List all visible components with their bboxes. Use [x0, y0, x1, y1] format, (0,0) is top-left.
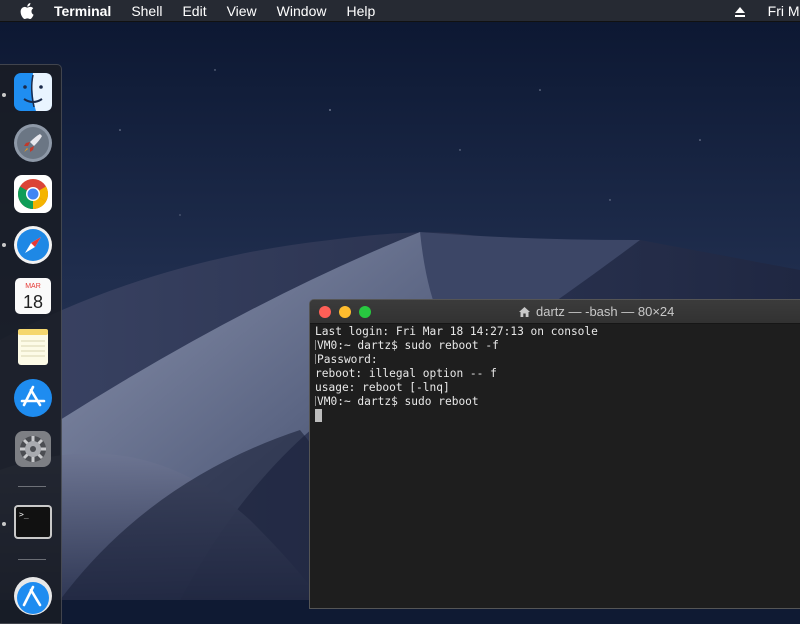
- dock-item-calendar[interactable]: MAR 18: [12, 275, 54, 317]
- gear-icon: [15, 431, 51, 467]
- text-cursor: [315, 409, 322, 422]
- zoom-button[interactable]: [359, 306, 371, 318]
- terminal-title-text: dartz — -bash — 80×24: [536, 304, 675, 319]
- running-indicator: [2, 243, 6, 247]
- dock-item-terminal[interactable]: >_: [12, 501, 54, 543]
- menu-bar: Terminal Shell Edit View Window Help Fri…: [0, 0, 800, 22]
- menu-shell[interactable]: Shell: [131, 3, 162, 19]
- notes-icon: [18, 329, 48, 365]
- terminal-output[interactable]: Last login: Fri Mar 18 14:27:13 on conso…: [310, 323, 800, 423]
- terminal-titlebar[interactable]: dartz — -bash — 80×24: [310, 300, 800, 324]
- app-store-icon: [14, 577, 52, 615]
- calendar-icon: MAR 18: [15, 278, 51, 314]
- dock-item-app-store[interactable]: [12, 377, 54, 419]
- terminal-prompt-glyph: >_: [19, 510, 29, 519]
- dock-item-safari[interactable]: [12, 224, 54, 266]
- dock-item-finder[interactable]: [12, 71, 54, 113]
- dock-separator: [18, 486, 46, 487]
- close-button[interactable]: [319, 306, 331, 318]
- running-indicator: [2, 522, 6, 526]
- dock: MAR 18 >_: [0, 64, 62, 624]
- terminal-cursor-line: [315, 409, 800, 423]
- app-store-icon: [14, 379, 52, 417]
- calendar-day: 18: [23, 292, 43, 312]
- dock-item-chrome[interactable]: [12, 173, 54, 215]
- apple-logo-icon[interactable]: [20, 2, 34, 19]
- terminal-icon: >_: [14, 505, 52, 539]
- finder-icon: [14, 73, 52, 111]
- terminal-line-text: Password:: [317, 353, 378, 366]
- dock-separator: [18, 559, 46, 560]
- calendar-month: MAR: [25, 283, 41, 290]
- terminal-window[interactable]: dartz — -bash — 80×24 Last login: Fri Ma…: [309, 299, 800, 609]
- terminal-line-text: VM0:~ dartz$ sudo reboot: [317, 395, 479, 408]
- eject-icon[interactable]: [734, 5, 746, 17]
- menu-app-terminal[interactable]: Terminal: [54, 3, 111, 19]
- menu-clock[interactable]: Fri Mar: [768, 3, 800, 19]
- dock-item-system-preferences[interactable]: [12, 428, 54, 470]
- running-indicator: [2, 93, 6, 97]
- terminal-line: Last login: Fri Mar 18 14:27:13 on conso…: [315, 325, 598, 338]
- dock-item-app-store-downloads[interactable]: [12, 575, 54, 617]
- menu-view[interactable]: View: [227, 3, 257, 19]
- launchpad-rocket-icon: [14, 124, 52, 162]
- terminal-line: usage: reboot [-lnq]: [315, 381, 450, 394]
- terminal-title: dartz — -bash — 80×24: [518, 300, 674, 323]
- menu-edit[interactable]: Edit: [182, 3, 206, 19]
- terminal-line: Password:: [315, 353, 800, 367]
- terminal-line: reboot: illegal option -- f: [315, 367, 497, 380]
- minimize-button[interactable]: [339, 306, 351, 318]
- safari-compass-icon: [14, 226, 52, 264]
- terminal-line: VM0:~ dartz$ sudo reboot: [315, 395, 800, 409]
- home-folder-icon: [518, 306, 531, 318]
- dock-item-launchpad[interactable]: [12, 122, 54, 164]
- menu-help[interactable]: Help: [346, 3, 375, 19]
- terminal-line: VM0:~ dartz$ sudo reboot -f: [315, 339, 800, 353]
- chrome-icon: [14, 175, 52, 213]
- terminal-line-text: VM0:~ dartz$ sudo reboot -f: [317, 339, 499, 352]
- menu-window[interactable]: Window: [277, 3, 327, 19]
- dock-item-notes[interactable]: [12, 326, 54, 368]
